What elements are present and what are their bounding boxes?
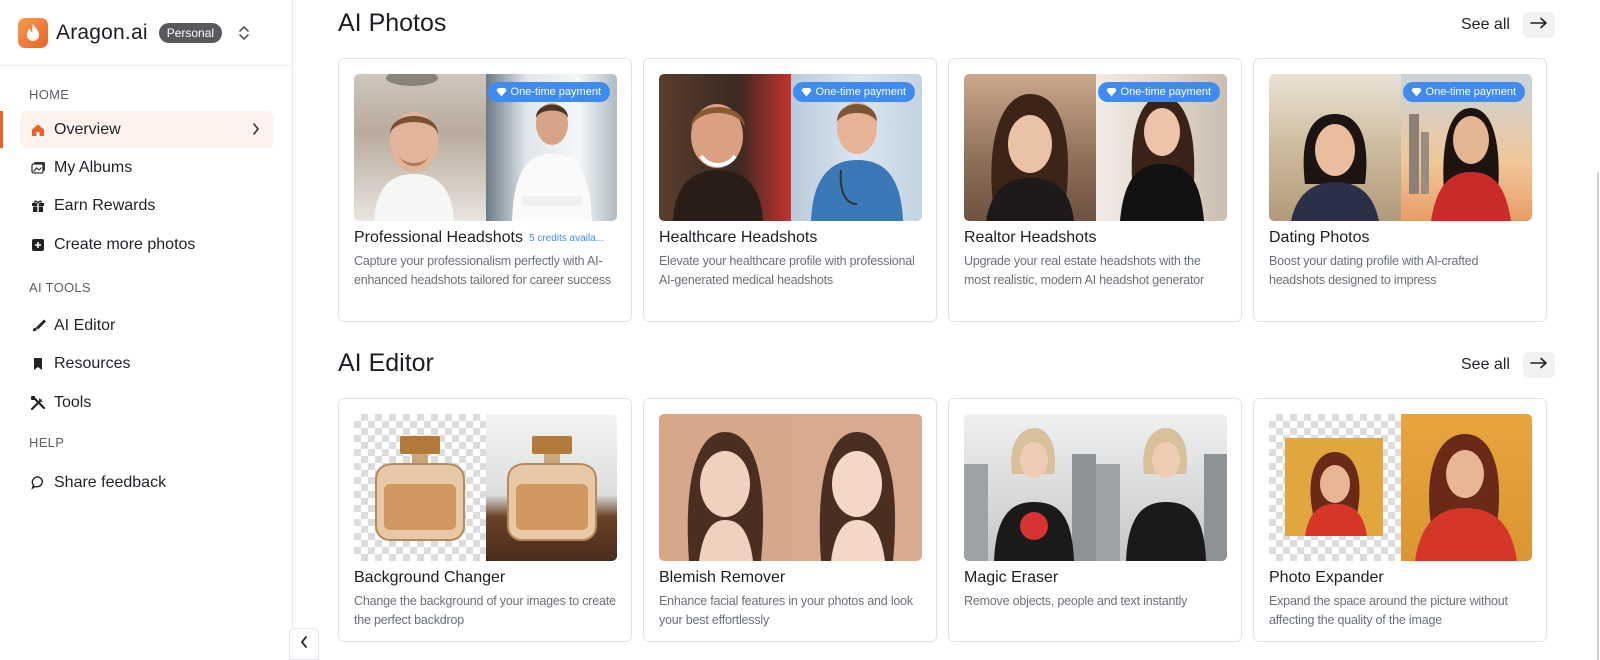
chevron-right-icon bbox=[252, 122, 260, 141]
sidebar-item-create-more-photos[interactable]: Create more photos bbox=[20, 226, 274, 263]
sidebar-item-my-albums[interactable]: My Albums bbox=[20, 149, 274, 186]
collapse-sidebar-button[interactable] bbox=[289, 628, 319, 660]
card-image bbox=[659, 414, 922, 561]
workspace-header[interactable]: Aragon.ai Personal bbox=[0, 0, 292, 66]
card-description: Capture your professionalism perfectly w… bbox=[354, 254, 611, 287]
chevron-left-icon bbox=[300, 635, 308, 654]
active-indicator bbox=[0, 111, 3, 148]
sidebar-item-overview[interactable]: Overview bbox=[20, 111, 274, 148]
albums-icon bbox=[30, 160, 46, 176]
sidebar-item-tools[interactable]: Tools bbox=[20, 384, 274, 421]
diamond-icon bbox=[496, 88, 507, 97]
card-title: Background Changer bbox=[354, 569, 506, 586]
brand-name: Aragon.ai bbox=[56, 20, 148, 44]
credits-available-label: 5 credits availa... bbox=[528, 233, 605, 244]
card-description: Enhance facial features in your photos a… bbox=[659, 594, 913, 627]
workspace-switch-icon[interactable] bbox=[238, 24, 250, 42]
one-time-payment-badge: One-time payment bbox=[792, 82, 915, 102]
arrow-right-icon bbox=[1530, 16, 1548, 34]
section-label-ai-tools: AI TOOLS bbox=[29, 280, 91, 295]
diamond-icon bbox=[1411, 88, 1422, 97]
card-realtor-headshots[interactable]: One-time payment Realtor Headshots Upgra… bbox=[948, 58, 1242, 322]
card-image: One-time payment bbox=[1269, 74, 1532, 221]
see-all-link-photos[interactable]: See all bbox=[1461, 16, 1510, 34]
card-magic-eraser[interactable]: Magic Eraser Remove objects, people and … bbox=[948, 398, 1242, 642]
diamond-icon bbox=[801, 88, 812, 97]
card-photo-expander[interactable]: Photo Expander Expand the space around t… bbox=[1253, 398, 1547, 642]
section-title-ai-photos: AI Photos bbox=[338, 9, 447, 37]
tools-icon bbox=[30, 395, 46, 411]
bookmark-icon bbox=[30, 356, 46, 372]
see-all-arrow-button-photos[interactable] bbox=[1523, 12, 1555, 38]
sidebar-item-label: My Albums bbox=[54, 158, 133, 176]
card-image bbox=[354, 414, 617, 561]
arrow-right-icon bbox=[1530, 356, 1548, 374]
sidebar-item-label: Earn Rewards bbox=[54, 196, 156, 214]
card-description: Remove objects, people and text instantl… bbox=[964, 594, 1188, 608]
sidebar-item-earn-rewards[interactable]: Earn Rewards bbox=[20, 187, 274, 224]
sidebar-item-resources[interactable]: Resources bbox=[20, 345, 274, 382]
sidebar-item-label: Create more photos bbox=[54, 235, 196, 253]
see-all-link-editor[interactable]: See all bbox=[1461, 356, 1510, 374]
plus-square-icon bbox=[30, 237, 46, 253]
card-title: Professional Headshots 5 credits availa..… bbox=[354, 229, 605, 246]
card-blemish-remover[interactable]: Blemish Remover Enhance facial features … bbox=[643, 398, 937, 642]
sidebar-item-share-feedback[interactable]: Share feedback bbox=[20, 464, 274, 501]
sidebar: Aragon.ai Personal HOME Overview My Albu… bbox=[0, 0, 293, 660]
home-icon bbox=[30, 122, 46, 138]
card-image: One-time payment bbox=[659, 74, 922, 221]
sidebar-item-label: Overview bbox=[54, 120, 121, 138]
gift-icon bbox=[30, 198, 46, 214]
see-all-arrow-button-editor[interactable] bbox=[1523, 352, 1555, 378]
chat-bubble-icon bbox=[30, 475, 46, 491]
section-label-help: HELP bbox=[29, 435, 65, 450]
sidebar-item-label: Tools bbox=[54, 393, 92, 411]
brush-icon bbox=[30, 318, 46, 334]
card-description: Upgrade your real estate headshots with … bbox=[964, 254, 1204, 287]
aragon-logo-icon bbox=[18, 17, 48, 48]
workspace-badge: Personal bbox=[158, 22, 223, 43]
card-description: Expand the space around the picture with… bbox=[1269, 594, 1508, 627]
sidebar-item-ai-editor[interactable]: AI Editor bbox=[20, 307, 274, 344]
section-title-ai-editor: AI Editor bbox=[338, 349, 434, 377]
card-professional-headshots[interactable]: One-time payment Professional Headshots 5… bbox=[338, 58, 632, 322]
card-image: One-time payment bbox=[964, 74, 1227, 221]
card-dating-photos[interactable]: One-time payment Dating Photos Boost you… bbox=[1253, 58, 1547, 322]
card-healthcare-headshots[interactable]: One-time payment Healthcare Headshots El… bbox=[643, 58, 937, 322]
card-background-changer[interactable]: Background Changer Change the background… bbox=[338, 398, 632, 642]
app-root: Aragon.ai Personal HOME Overview My Albu… bbox=[0, 0, 1600, 660]
sidebar-item-label: AI Editor bbox=[54, 316, 116, 334]
card-title: Magic Eraser bbox=[964, 569, 1059, 586]
card-image bbox=[1269, 414, 1532, 561]
card-title: Dating Photos bbox=[1269, 229, 1370, 246]
card-title: Healthcare Headshots bbox=[659, 229, 818, 246]
one-time-payment-badge: One-time payment bbox=[1097, 82, 1220, 102]
diamond-icon bbox=[1106, 88, 1117, 97]
card-image: One-time payment bbox=[354, 74, 617, 221]
sidebar-item-label: Resources bbox=[54, 354, 131, 372]
card-title: Photo Expander bbox=[1269, 569, 1384, 586]
card-title: Realtor Headshots bbox=[964, 229, 1097, 246]
scrollbar[interactable] bbox=[1597, 172, 1599, 660]
card-image bbox=[964, 414, 1227, 561]
one-time-payment-badge: One-time payment bbox=[1402, 82, 1525, 102]
card-description: Elevate your healthcare profile with pro… bbox=[659, 254, 915, 287]
card-title: Blemish Remover bbox=[659, 569, 786, 586]
card-description: Boost your dating profile with AI-crafte… bbox=[1269, 254, 1479, 287]
one-time-payment-badge: One-time payment bbox=[487, 82, 610, 102]
card-description: Change the background of your images to … bbox=[354, 594, 616, 627]
sidebar-item-label: Share feedback bbox=[54, 473, 167, 491]
section-label-home: HOME bbox=[29, 87, 70, 102]
